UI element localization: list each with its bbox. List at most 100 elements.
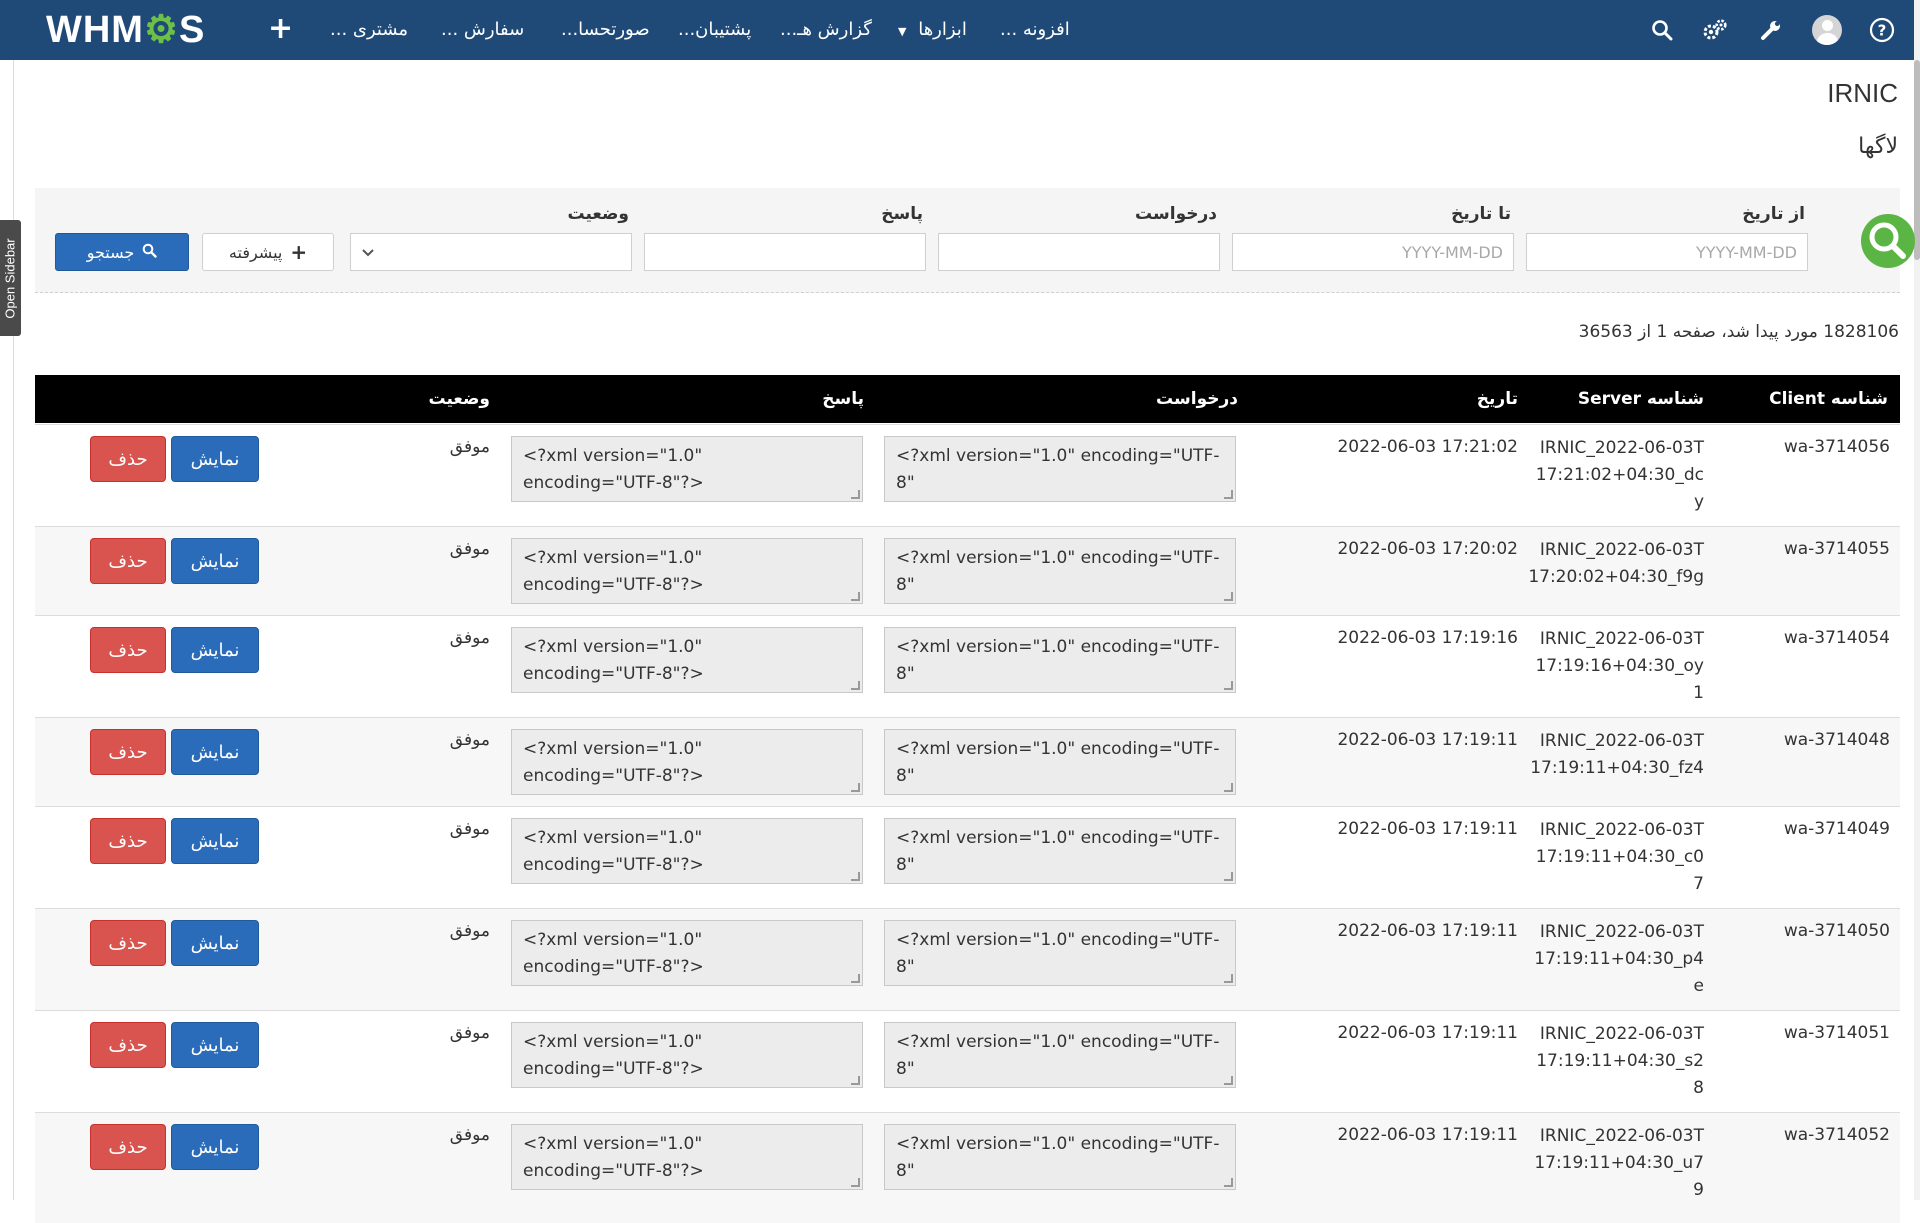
- server-id-line: 17:19:16+04:30_oy: [1535, 656, 1704, 676]
- client-id-cell: wa-3714052: [1783, 1125, 1890, 1145]
- server-id-line: 17:19:11+04:30_fz4: [1530, 758, 1704, 778]
- menu-reports[interactable]: گزارش هـ...: [780, 0, 872, 60]
- client-id-cell: wa-3714054: [1783, 628, 1890, 648]
- response-textarea[interactable]: <?xml version="1.0" encoding="UTF-8"?>: [511, 538, 863, 604]
- help-icon[interactable]: ?: [1867, 15, 1897, 45]
- server-id-line: 17:19:11+04:30_c0: [1535, 847, 1704, 867]
- delete-button[interactable]: حذف: [90, 436, 166, 482]
- delete-button[interactable]: حذف: [90, 1124, 166, 1170]
- wrench-icon[interactable]: [1756, 15, 1786, 45]
- view-button[interactable]: نمایش: [171, 627, 259, 673]
- table-row: wa-3714055 IRNIC_2022-06-03T 17:20:02+04:3…: [35, 526, 1900, 616]
- server-id-line: 8: [1693, 1078, 1704, 1098]
- request-textarea[interactable]: <?xml version="1.0" encoding="UTF-8" sta…: [884, 436, 1236, 502]
- delete-button[interactable]: حذف: [90, 729, 166, 775]
- chevron-down-icon: [361, 243, 375, 262]
- request-input[interactable]: [938, 233, 1220, 271]
- response-textarea[interactable]: <?xml version="1.0" encoding="UTF-8"?>: [511, 1022, 863, 1088]
- view-button[interactable]: نمایش: [171, 729, 259, 775]
- server-id-cell: IRNIC_2022-06-03T 17:19:11+04:30_s2 8: [1536, 1021, 1704, 1102]
- server-id-line: IRNIC_2022-06-03T: [1539, 820, 1704, 840]
- open-sidebar-label: Open Sidebar: [3, 237, 19, 319]
- advanced-button[interactable]: + پیشرفته: [202, 233, 334, 271]
- menu-clients[interactable]: مشتری ...: [330, 0, 408, 60]
- menu-utilities[interactable]: ابزارها ▼: [898, 0, 967, 60]
- date-cell: 2022-06-03 17:19:11: [1337, 819, 1518, 839]
- status-cell: موفق: [449, 921, 490, 941]
- response-textarea[interactable]: <?xml version="1.0" encoding="UTF-8"?>: [511, 920, 863, 986]
- date-cell: 2022-06-03 17:20:02: [1337, 539, 1518, 559]
- request-textarea[interactable]: <?xml version="1.0" encoding="UTF-8" sta…: [884, 627, 1236, 693]
- date-cell: 2022-06-03 17:19:11: [1337, 730, 1518, 750]
- view-button[interactable]: نمایش: [171, 436, 259, 482]
- page-scrollbar[interactable]: [1914, 0, 1920, 1200]
- col-server-id[interactable]: شناسه Server: [1578, 375, 1704, 423]
- server-id-line: IRNIC_2022-06-03T: [1539, 922, 1704, 942]
- top-navbar: WHM⚙S + افزونه ... ابزارها ▼ گزارش هـ...…: [0, 0, 1920, 60]
- status-cell: موفق: [449, 539, 490, 559]
- col-response[interactable]: پاسخ: [822, 375, 864, 423]
- request-textarea[interactable]: <?xml version="1.0" encoding="UTF-8" sta…: [884, 729, 1236, 795]
- date-cell: 2022-06-03 17:19:11: [1337, 1125, 1518, 1145]
- from-date-label: از تاریخ: [1742, 204, 1805, 224]
- server-id-line: 17:21:02+04:30_dc: [1535, 465, 1704, 485]
- view-button[interactable]: نمایش: [171, 920, 259, 966]
- status-cell: موفق: [449, 730, 490, 750]
- response-textarea[interactable]: <?xml version="1.0" encoding="UTF-8"?>: [511, 729, 863, 795]
- server-id-line: IRNIC_2022-06-03T: [1539, 1024, 1704, 1044]
- request-textarea[interactable]: <?xml version="1.0" encoding="UTF-8" sta…: [884, 920, 1236, 986]
- open-sidebar-toggle[interactable]: Open Sidebar: [0, 220, 21, 336]
- request-textarea[interactable]: <?xml version="1.0" encoding="UTF-8" sta…: [884, 1124, 1236, 1190]
- gears-icon[interactable]: [1700, 15, 1730, 45]
- col-status[interactable]: وضعیت: [428, 375, 490, 423]
- view-button[interactable]: نمایش: [171, 1124, 259, 1170]
- delete-button[interactable]: حذف: [90, 627, 166, 673]
- from-date-input[interactable]: [1526, 233, 1808, 271]
- view-button[interactable]: نمایش: [171, 538, 259, 584]
- response-label: پاسخ: [881, 204, 923, 224]
- table-row: wa-3714051 IRNIC_2022-06-03T 17:19:11+04:3…: [35, 1010, 1900, 1113]
- response-textarea[interactable]: <?xml version="1.0" encoding="UTF-8"?>: [511, 436, 863, 502]
- server-id-line: 7: [1693, 874, 1704, 894]
- response-input[interactable]: [644, 233, 926, 271]
- response-textarea[interactable]: <?xml version="1.0" encoding="UTF-8"?>: [511, 818, 863, 884]
- server-id-line: IRNIC_2022-06-03T: [1539, 629, 1704, 649]
- advanced-button-label: پیشرفته: [228, 242, 283, 262]
- col-client-id[interactable]: شناسه Client: [1769, 375, 1888, 423]
- whmcs-logo[interactable]: WHM⚙S: [46, 8, 205, 52]
- server-id-line: 17:20:02+04:30_f9g: [1528, 567, 1704, 587]
- menu-addons[interactable]: افزونه ...: [1000, 0, 1070, 60]
- response-textarea[interactable]: <?xml version="1.0" encoding="UTF-8"?>: [511, 1124, 863, 1190]
- table-row: wa-3714056 IRNIC_2022-06-03T 17:21:02+04:3…: [35, 424, 1900, 527]
- filter-panel: از تاریخ تا تاریخ درخواست پاسخ وضعیت + پ…: [35, 188, 1915, 293]
- status-cell: موفق: [449, 628, 490, 648]
- delete-button[interactable]: حذف: [90, 920, 166, 966]
- server-id-line: e: [1693, 976, 1704, 996]
- menu-orders[interactable]: سفارش ...: [441, 0, 524, 60]
- search-button[interactable]: جستجو: [55, 233, 189, 271]
- svg-text:?: ?: [1878, 22, 1887, 40]
- to-date-input[interactable]: [1232, 233, 1514, 271]
- delete-button[interactable]: حذف: [90, 1022, 166, 1068]
- delete-button[interactable]: حذف: [90, 818, 166, 864]
- menu-billing[interactable]: صورتحسا...: [561, 0, 650, 60]
- view-button[interactable]: نمایش: [171, 1022, 259, 1068]
- response-textarea[interactable]: <?xml version="1.0" encoding="UTF-8"?>: [511, 627, 863, 693]
- search-icon[interactable]: [1647, 15, 1677, 45]
- request-textarea[interactable]: <?xml version="1.0" encoding="UTF-8" sta…: [884, 538, 1236, 604]
- col-date[interactable]: تاریخ: [1477, 375, 1518, 423]
- search-button-label: جستجو: [86, 242, 135, 262]
- request-textarea[interactable]: <?xml version="1.0" encoding="UTF-8" sta…: [884, 1022, 1236, 1088]
- menu-support[interactable]: پشتیبان...: [678, 0, 751, 60]
- status-select[interactable]: [350, 233, 632, 271]
- col-request[interactable]: درخواست: [1156, 375, 1238, 423]
- view-button[interactable]: نمایش: [171, 818, 259, 864]
- avatar[interactable]: [1812, 15, 1842, 45]
- date-cell: 2022-06-03 17:19:11: [1337, 921, 1518, 941]
- server-id-cell: IRNIC_2022-06-03T 17:19:11+04:30_u7 9: [1534, 1123, 1704, 1204]
- server-id-line: y: [1693, 492, 1704, 512]
- server-id-line: 17:19:11+04:30_p4: [1534, 949, 1704, 969]
- plus-icon[interactable]: +: [268, 12, 293, 46]
- delete-button[interactable]: حذف: [90, 538, 166, 584]
- request-textarea[interactable]: <?xml version="1.0" encoding="UTF-8" sta…: [884, 818, 1236, 884]
